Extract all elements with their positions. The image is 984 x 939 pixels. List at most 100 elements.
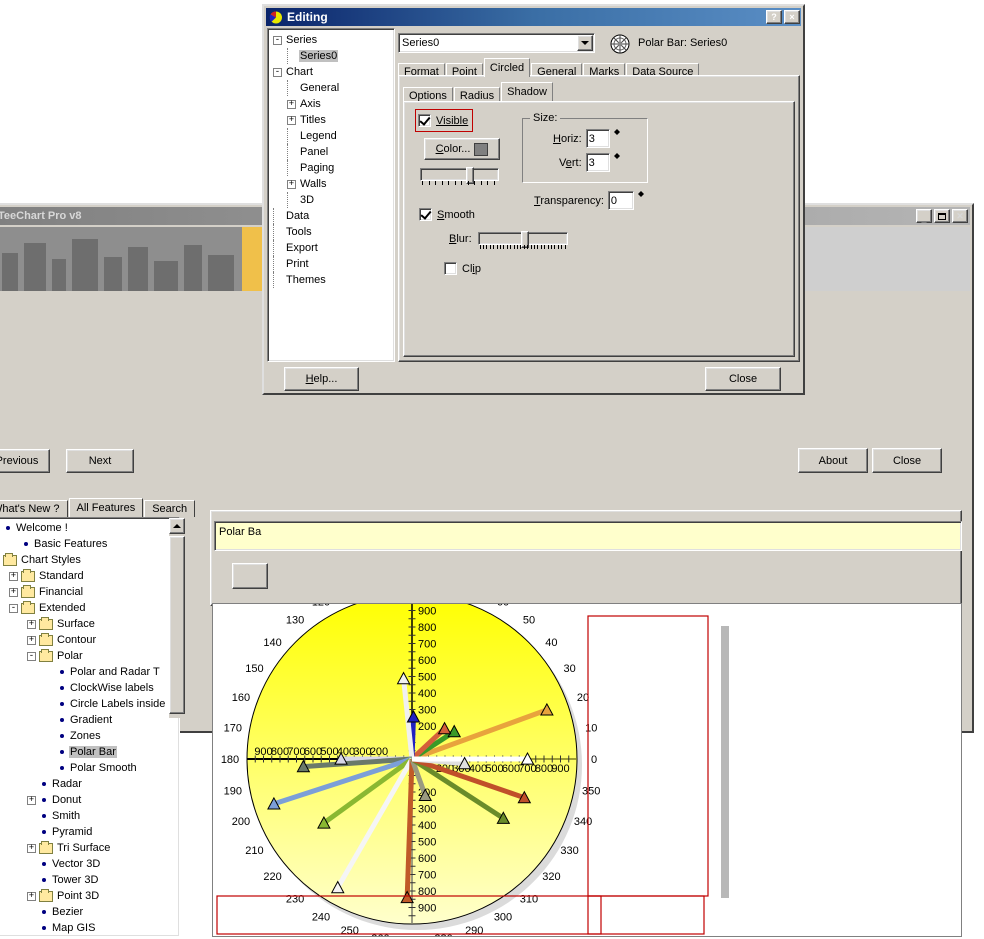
tree-item-tower-3d[interactable]: Tower 3D [0,872,179,888]
tree-item-donut[interactable]: + Donut [0,792,179,808]
editing-nav-item-tools[interactable]: Tools [271,224,394,240]
horiz-input[interactable]: 3 [585,129,610,148]
editing-nav-item-data[interactable]: Data [271,208,394,224]
tree-item-polar-and-radar-t[interactable]: Polar and Radar T [0,664,179,680]
scroll-up-arrow[interactable] [169,518,185,534]
vert-input[interactable]: 3 [585,153,610,172]
collapse-icon[interactable]: - [273,67,282,77]
editing-nav-item-print[interactable]: Print [271,256,394,272]
tree-item-tri-surface[interactable]: + Tri Surface [0,840,179,856]
editing-nav-item-paging[interactable]: Paging [271,160,394,176]
minimize-icon[interactable]: _ [916,209,932,223]
tab-shadow[interactable]: Shadow [501,82,553,101]
tree-item-clockwise-labels[interactable]: ClockWise labels [0,680,179,696]
tab-all-features[interactable]: All Features [68,498,144,517]
collapse-icon[interactable]: - [9,603,18,613]
shadow-visible-checkbox[interactable]: Visible [418,114,468,127]
expand-icon[interactable]: + [287,115,296,125]
tree-item-chart-styles[interactable]: -Chart Styles [0,552,179,568]
about-button[interactable]: About [798,448,868,473]
tree-item-gradient[interactable]: Gradient [0,712,179,728]
shadow-clip-checkbox[interactable]: Clip [444,262,481,275]
tree-item-smith[interactable]: Smith [0,808,179,824]
expand-icon[interactable]: + [27,891,36,901]
vert-stepper[interactable] [613,153,628,172]
checkbox-checked-icon[interactable] [419,208,432,221]
maximize-icon[interactable] [934,209,950,223]
chart-toolbar-button[interactable] [232,563,268,589]
editing-nav-item-chart[interactable]: - Chart [271,64,394,80]
tree-item-polar-smooth[interactable]: Polar Smooth [0,760,179,776]
tree-item-point-3d[interactable]: + Point 3D [0,888,179,904]
tree-item-pyramid[interactable]: Pyramid [0,824,179,840]
tree-item-contour[interactable]: + Contour [0,632,179,648]
tree-item-radar[interactable]: Radar [0,776,179,792]
chart-canvas[interactable]: 0102030405060708090100110120130140150160… [212,572,962,939]
expand-icon[interactable]: + [27,843,36,853]
editing-nav-item-walls[interactable]: + Walls [271,176,394,192]
polar-chart[interactable]: 0102030405060708090100110120130140150160… [213,572,961,939]
horiz-stepper[interactable] [613,129,628,148]
feature-tree-panel[interactable]: Welcome !Basic Features-Chart Styles+Sta… [0,517,180,937]
tree-item-polar[interactable]: - Polar [0,648,179,664]
tree-item-vector-3d[interactable]: Vector 3D [0,856,179,872]
editing-nav-item-series[interactable]: - Series [271,32,394,48]
editing-nav-item-themes[interactable]: Themes [271,272,394,288]
expand-icon[interactable]: + [27,635,36,645]
next-button[interactable]: Next [66,449,134,473]
tree-item-extended[interactable]: - Extended [0,600,179,616]
shadow-color-button[interactable]: Color... [424,138,500,160]
close-button[interactable]: Close [872,448,942,473]
collapse-icon[interactable]: - [273,35,282,45]
tree-item-basic-features[interactable]: Basic Features [0,536,179,552]
tree-item-bezier[interactable]: Bezier [0,904,179,920]
checkbox-checked-icon[interactable] [418,114,431,127]
tree-item-circle-labels-inside[interactable]: Circle Labels inside [0,696,179,712]
expand-icon[interactable]: + [27,619,36,629]
collapse-icon[interactable]: - [27,651,36,661]
stepper-down[interactable] [613,132,628,135]
tree-item-surface[interactable]: + Surface [0,616,179,632]
editing-nav-item-series0[interactable]: Series0 [271,48,394,64]
editing-nav-item-panel[interactable]: Panel [271,144,394,160]
shadow-color-slider[interactable] [420,167,499,187]
editing-nav-panel[interactable]: - Series Series0- Chart General + Axis + Titles L… [267,28,395,362]
expand-icon[interactable]: + [287,99,296,109]
help-icon[interactable]: ? [766,10,782,24]
editing-nav-item-general[interactable]: General [271,80,394,96]
transparency-stepper[interactable] [637,191,652,210]
tab-what-s-new[interactable]: What's New ? [0,500,68,517]
scroll-thumb[interactable] [169,536,185,714]
slider-track[interactable] [477,231,568,248]
slider-track[interactable] [420,167,499,184]
editing-nav-item-export[interactable]: Export [271,240,394,256]
editing-nav-item-axis[interactable]: + Axis [271,96,394,112]
dialog-close-button[interactable]: Close [705,367,781,391]
shadow-smooth-checkbox[interactable]: Smooth [419,208,475,221]
stepper-down[interactable] [637,194,652,197]
editing-nav-item-3d[interactable]: 3D [271,192,394,208]
editing-nav-item-legend[interactable]: Legend [271,128,394,144]
feature-tree[interactable]: Welcome !Basic Features-Chart Styles+Sta… [0,518,179,936]
expand-icon[interactable]: + [287,179,296,189]
series-combo[interactable]: Series0 [398,33,595,53]
tree-item-welcome[interactable]: Welcome ! [0,520,179,536]
color-swatch[interactable] [474,142,489,156]
tree-item-zones[interactable]: Zones [0,728,179,744]
stepper-down[interactable] [613,156,628,159]
expand-icon[interactable]: + [9,571,18,581]
help-button[interactable]: Help... [284,367,359,391]
tab-circled[interactable]: Circled [483,58,531,77]
tree-item-map-gis[interactable]: Map GIS [0,920,179,936]
tree-scrollbar[interactable] [169,518,185,718]
expand-icon[interactable]: + [9,587,18,597]
tree-item-polar-bar[interactable]: Polar Bar [0,744,179,760]
previous-button[interactable]: Previous [0,449,50,473]
editing-nav-item-titles[interactable]: + Titles [271,112,394,128]
tab-search[interactable]: Search [144,500,196,517]
shadow-blur-slider[interactable] [477,231,568,251]
shadow-blur-row[interactable]: Blur: [449,231,568,251]
checkbox-unchecked-icon[interactable] [444,262,457,275]
tree-item-financial[interactable]: + Financial [0,584,179,600]
expand-icon[interactable]: + [27,795,36,805]
